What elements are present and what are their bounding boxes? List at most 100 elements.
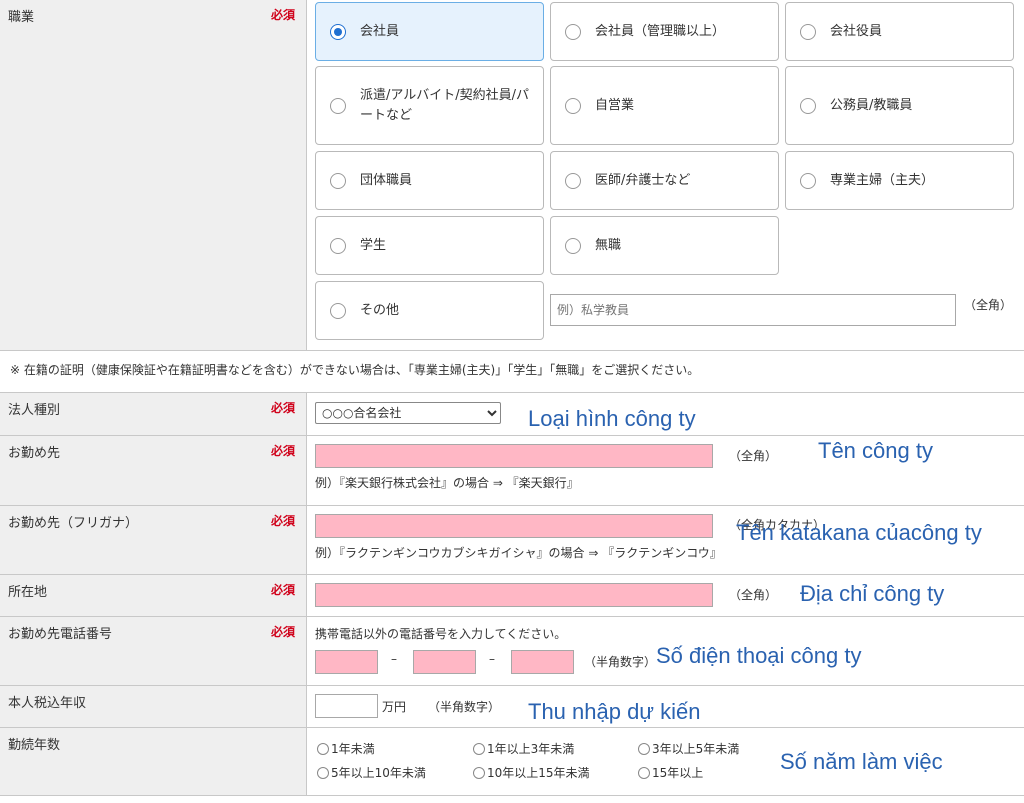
income-unit: 万円 [382, 700, 407, 714]
employer-kana-label-cell: お勤め先（フリガナ） 必須 [0, 506, 307, 575]
radio[interactable] [317, 743, 329, 755]
income-hint: （半角数字） [428, 700, 501, 714]
radio-selected[interactable] [330, 24, 346, 40]
occupation-option-executive[interactable]: 会社役員 [785, 2, 1014, 61]
radio[interactable] [565, 173, 581, 189]
address-hint: （全角） [729, 588, 778, 602]
years-option-1-to-3[interactable]: 1年以上3年未満 [473, 740, 574, 757]
address-label-cell: 所在地 必須 [0, 575, 307, 617]
income-input[interactable] [315, 694, 378, 718]
occupation-option-civil-servant[interactable]: 公務員/教職員 [785, 66, 1014, 145]
occupation-option-homemaker[interactable]: 専業主婦（主夫） [785, 151, 1014, 210]
option-label: 1年以上3年未満 [487, 742, 575, 756]
option-label: 15年以上 [652, 766, 704, 780]
employer-input[interactable] [315, 444, 713, 468]
employer-label-cell: お勤め先 必須 [0, 436, 307, 506]
option-label: 1年未満 [331, 742, 375, 756]
option-label: 会社役員 [830, 24, 883, 39]
occupation-option-other[interactable]: その他 [315, 281, 544, 340]
option-label: 自営業 [595, 98, 635, 113]
annotation-years: Số năm làm việc [780, 749, 943, 774]
annotation-address: Địa chỉ công ty [800, 581, 945, 606]
phone-middle-input[interactable] [413, 650, 476, 674]
radio[interactable] [473, 767, 485, 779]
option-label: 専業主婦（主夫） [830, 173, 935, 188]
required-badge: 必須 [271, 583, 296, 597]
occupation-option-organization[interactable]: 団体職員 [315, 151, 544, 210]
income-label-cell: 本人税込年収 [0, 686, 307, 728]
years-label: 勤続年数 [8, 738, 61, 753]
option-label: 学生 [360, 238, 387, 253]
employer-label: お勤め先 [8, 446, 61, 461]
radio[interactable] [330, 238, 346, 254]
occupation-option-self-employed[interactable]: 自営業 [550, 66, 779, 145]
annotation-employer-kana: Tên katakana củacông ty [736, 520, 982, 545]
occupation-other-input[interactable] [550, 294, 956, 326]
radio[interactable] [565, 98, 581, 114]
occupation-option-dispatch[interactable]: 派遣/アルバイト/契約社員/パートなど [315, 66, 544, 145]
option-label: その他 [360, 303, 400, 318]
occupation-option-company-manager[interactable]: 会社員（管理職以上） [550, 2, 779, 61]
phone-separator: – [489, 652, 495, 666]
radio[interactable] [800, 98, 816, 114]
option-label: 5年以上10年未満 [331, 766, 426, 780]
radio[interactable] [317, 767, 329, 779]
phone-hint: （半角数字） [584, 655, 657, 669]
annotation-income: Thu nhập dự kiến [528, 699, 701, 724]
employer-kana-input[interactable] [315, 514, 713, 538]
occupation-option-unemployed[interactable]: 無職 [550, 216, 779, 275]
radio[interactable] [565, 24, 581, 40]
occupation-option-company-employee[interactable]: 会社員 [315, 2, 544, 61]
occupation-option-student[interactable]: 学生 [315, 216, 544, 275]
radio[interactable] [330, 173, 346, 189]
occupation-label-cell: 職業 必須 [0, 0, 307, 351]
employer-kana-example: 例）『ラクテンギンコウカブシキガイシャ』の場合 ⇒ 『ラクテンギンコウ』 [315, 546, 722, 560]
option-label: 派遣/アルバイト/契約社員/パートなど [360, 88, 530, 123]
option-label: 無職 [595, 238, 622, 253]
years-option-under-1[interactable]: 1年未満 [317, 740, 375, 757]
income-label: 本人税込年収 [8, 696, 87, 711]
radio[interactable] [330, 303, 346, 319]
required-badge: 必須 [271, 444, 296, 458]
notice-text: ※ 在籍の証明（健康保険証や在籍証明書などを含む）ができない場合は、「専業主婦(… [10, 363, 700, 377]
radio[interactable] [473, 743, 485, 755]
required-badge: 必須 [271, 8, 296, 22]
phone-label: お勤め先電話番号 [8, 627, 113, 642]
annotation-phone: Số điện thoại công ty [656, 643, 862, 668]
annotation-corp-type: Loại hình công ty [528, 406, 696, 431]
required-badge: 必須 [271, 514, 296, 528]
radio[interactable] [330, 98, 346, 114]
occupation-other-hint: （全角） [964, 298, 1013, 312]
radio[interactable] [638, 743, 650, 755]
radio[interactable] [565, 238, 581, 254]
annotation-employer: Tên công ty [818, 438, 933, 463]
option-label: 医師/弁護士など [595, 173, 691, 188]
employer-hint: （全角） [729, 449, 778, 463]
occupation-option-doctor-lawyer[interactable]: 医師/弁護士など [550, 151, 779, 210]
corp-type-select[interactable]: ○○○合名会社 [315, 402, 501, 424]
years-option-3-to-5[interactable]: 3年以上5年未満 [638, 740, 739, 757]
option-label: 3年以上5年未満 [652, 742, 740, 756]
option-label: 会社員（管理職以上） [595, 24, 726, 39]
years-label-cell: 勤続年数 [0, 728, 307, 796]
phone-label-cell: お勤め先電話番号 必須 [0, 617, 307, 686]
years-option-5-to-10[interactable]: 5年以上10年未満 [317, 764, 426, 781]
years-option-over-15[interactable]: 15年以上 [638, 764, 703, 781]
address-input[interactable] [315, 583, 713, 607]
address-label: 所在地 [8, 585, 48, 600]
radio[interactable] [800, 173, 816, 189]
option-label: 公務員/教職員 [830, 98, 913, 113]
years-option-10-to-15[interactable]: 10年以上15年未満 [473, 764, 590, 781]
phone-separator: – [391, 652, 397, 666]
radio[interactable] [638, 767, 650, 779]
required-badge: 必須 [271, 625, 296, 639]
corp-type-label: 法人種別 [8, 403, 61, 418]
notice-row: ※ 在籍の証明（健康保険証や在籍証明書などを含む）ができない場合は、「専業主婦(… [0, 351, 1024, 393]
occupation-label: 職業 [8, 10, 35, 25]
phone-last-input[interactable] [511, 650, 574, 674]
option-label: 10年以上15年未満 [487, 766, 590, 780]
phone-area-input[interactable] [315, 650, 378, 674]
option-label: 団体職員 [360, 173, 413, 188]
radio[interactable] [800, 24, 816, 40]
required-badge: 必須 [271, 401, 296, 415]
